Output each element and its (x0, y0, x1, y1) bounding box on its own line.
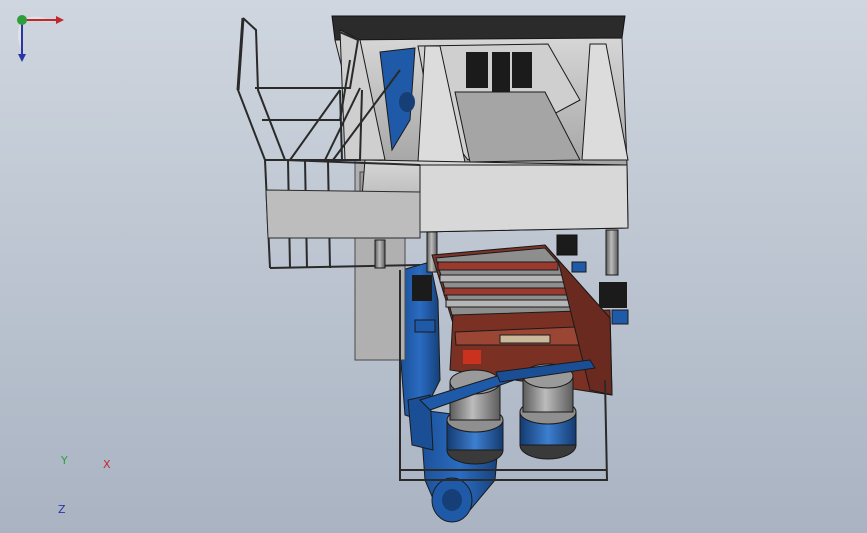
platform-deck (265, 189, 421, 239)
3d-model-viewport[interactable]: X Y Z (0, 0, 867, 533)
z-axis-arrowhead (18, 54, 26, 62)
x-axis-label: X (103, 458, 111, 471)
coordinate-triad (17, 15, 64, 62)
x-axis-arrowhead (56, 16, 64, 24)
y-axis-dot (17, 15, 27, 25)
model-canvas[interactable] (0, 0, 867, 533)
z-axis-label: Z (58, 503, 66, 516)
y-axis-label: Y (61, 454, 68, 467)
